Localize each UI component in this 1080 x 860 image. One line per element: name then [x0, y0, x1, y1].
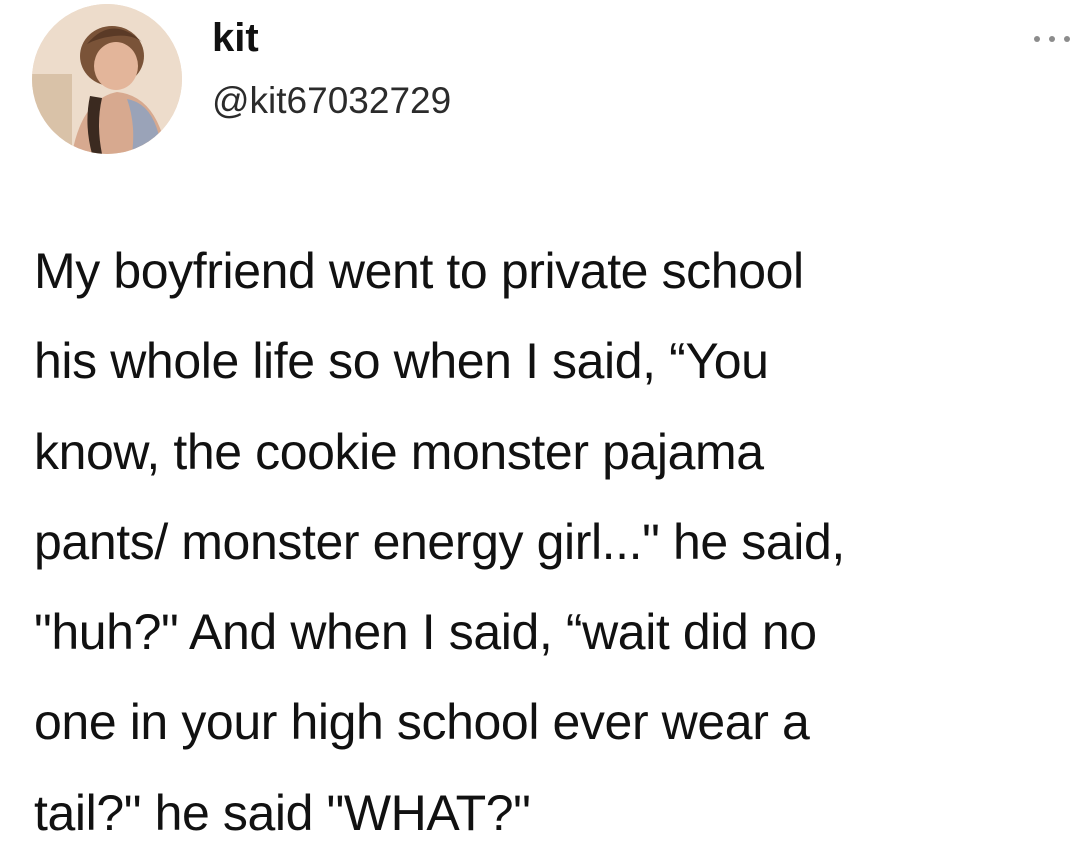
more-dot: [1049, 36, 1055, 42]
tweet-text-line: know, the cookie monster pajama: [34, 423, 764, 480]
display-name[interactable]: kit: [212, 18, 259, 58]
tweet-text-line: one in your high school ever wear a: [34, 694, 810, 751]
tweet-text: My boyfriend went to private school his …: [34, 226, 1064, 858]
more-dot: [1064, 36, 1070, 42]
avatar-photo-icon: [32, 4, 182, 154]
tweet-text-line: pants/ monster energy girl..." he said,: [34, 513, 845, 570]
avatar[interactable]: [32, 4, 182, 154]
tweet-text-line: tail?" he said "WHAT?": [34, 784, 531, 841]
more-dot: [1034, 36, 1040, 42]
tweet-text-line: "huh?" And when I said, “wait did no: [34, 604, 817, 661]
tweet-text-line: his whole life so when I said, “You: [34, 333, 769, 390]
more-horizontal-icon[interactable]: [1034, 34, 1070, 44]
tweet-card: kit @kit67032729 My boyfriend went to pr…: [0, 0, 1080, 860]
user-handle[interactable]: @kit67032729: [212, 82, 451, 119]
tweet-text-line: My boyfriend went to private school: [34, 243, 804, 299]
